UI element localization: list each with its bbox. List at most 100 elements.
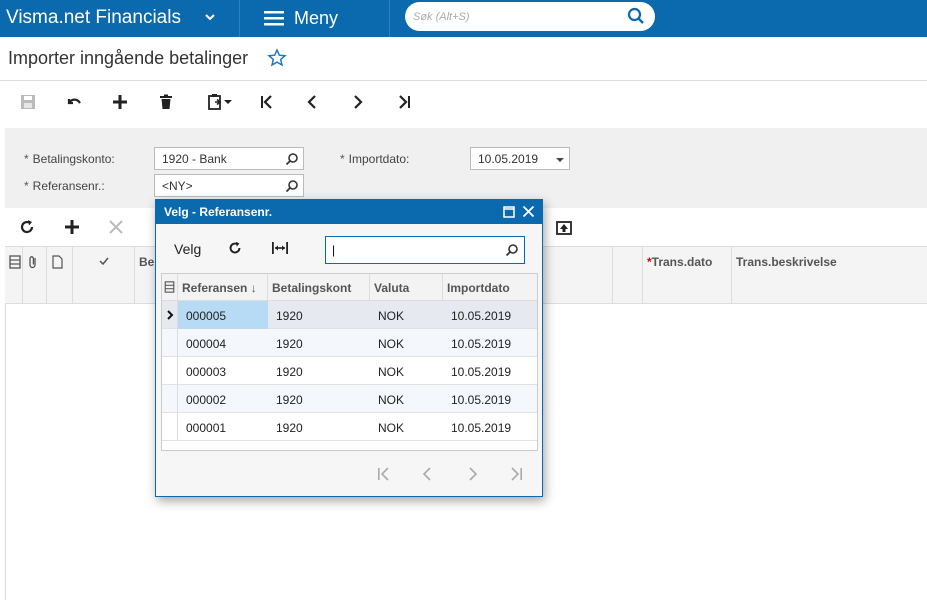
cell-valuta[interactable]: NOK: [370, 413, 412, 441]
fit-columns-button[interactable]: [269, 237, 291, 259]
lookup-table: Referansen ↓ Betalingskont Valuta Import…: [161, 273, 538, 451]
cell-referanse[interactable]: 000002: [178, 385, 268, 413]
last-record-button[interactable]: [393, 91, 415, 113]
referanse-value: <NY>: [162, 179, 193, 193]
cell-dato[interactable]: 10.05.2019: [443, 329, 519, 357]
add-button[interactable]: [109, 91, 131, 113]
search-icon[interactable]: [285, 152, 299, 166]
refresh-icon: [20, 220, 34, 234]
pager-first-icon[interactable]: [376, 466, 392, 482]
betalingskonto-value: 1920 - Bank: [162, 152, 227, 166]
delete-button[interactable]: [155, 91, 177, 113]
col-header-importdato[interactable]: Importdato: [443, 274, 537, 301]
file-icon: [52, 255, 63, 269]
paste-menu-button[interactable]: [202, 91, 238, 113]
hamburger-icon[interactable]: [264, 11, 284, 26]
grid-col-notes[interactable]: [5, 247, 23, 305]
page-title: Importer inngående betalinger: [8, 48, 249, 68]
grid-col-trans-beskrivelse[interactable]: Trans.beskrivelse: [732, 247, 927, 305]
cell-valuta[interactable]: NOK: [370, 329, 412, 357]
previous-record-button[interactable]: [301, 91, 323, 113]
chevron-right-icon: [167, 310, 174, 320]
cell-konto[interactable]: 1920: [268, 385, 311, 413]
fit-width-icon: [272, 242, 288, 254]
col-header-referansen[interactable]: Referansen ↓: [178, 274, 268, 301]
referanse-label: * Referansenr.:: [24, 179, 105, 193]
first-record-button[interactable]: [256, 91, 278, 113]
row-indicator: [162, 329, 178, 357]
cell-konto[interactable]: 1920: [268, 357, 311, 385]
row-indicator: [162, 301, 178, 329]
chevron-down-icon[interactable]: [204, 11, 216, 23]
caret-down-icon[interactable]: [555, 155, 565, 165]
importdato-value: 10.05.2019: [478, 152, 539, 166]
dialog-search-field[interactable]: [325, 236, 525, 264]
list-icon: [164, 281, 175, 293]
dialog-search-input[interactable]: [332, 241, 502, 259]
upload-button[interactable]: [553, 216, 575, 238]
cell-konto[interactable]: 1920: [268, 329, 311, 357]
table-row[interactable]: 000003 1920 NOK 10.05.2019: [162, 357, 537, 385]
undo-icon: [67, 98, 81, 105]
col-header-valuta[interactable]: Valuta: [370, 274, 443, 301]
refresh-button[interactable]: [16, 216, 38, 238]
referanse-field[interactable]: <NY>: [154, 174, 304, 197]
save-button[interactable]: [17, 91, 39, 113]
maximize-icon[interactable]: [503, 206, 515, 218]
row-indicator: [162, 385, 178, 413]
grid-col-files[interactable]: [47, 247, 73, 305]
cell-referanse[interactable]: 000005: [178, 301, 268, 329]
brand-title[interactable]: Visma.net Financials: [6, 7, 181, 29]
cell-valuta[interactable]: NOK: [370, 357, 412, 385]
col-header-betalingskonto[interactable]: Betalingskont: [268, 274, 370, 301]
table-row[interactable]: 000002 1920 NOK 10.05.2019: [162, 385, 537, 413]
grid-col-attachments[interactable]: [23, 247, 47, 305]
menu-button[interactable]: Meny: [294, 8, 338, 29]
cell-konto[interactable]: 1920: [268, 413, 311, 441]
pager-next-icon[interactable]: [464, 466, 480, 482]
grid-add-button[interactable]: [61, 216, 83, 238]
betalingskonto-field[interactable]: 1920 - Bank: [154, 147, 304, 170]
grid-delete-button[interactable]: [105, 216, 127, 238]
search-icon[interactable]: [627, 7, 645, 25]
global-search-input[interactable]: [413, 8, 613, 26]
close-icon[interactable]: [522, 205, 535, 218]
search-icon[interactable]: [285, 179, 299, 193]
cell-konto[interactable]: 1920: [268, 301, 311, 329]
first-icon: [261, 95, 272, 109]
star-icon[interactable]: [267, 48, 287, 68]
table-row[interactable]: 000004 1920 NOK 10.05.2019: [162, 329, 537, 357]
cell-referanse[interactable]: 000004: [178, 329, 268, 357]
pager-prev-icon[interactable]: [420, 466, 436, 482]
close-icon: [109, 220, 123, 234]
cell-valuta[interactable]: NOK: [370, 385, 412, 413]
sort-desc-icon: ↓: [250, 281, 257, 295]
dialog-refresh-button[interactable]: [224, 237, 246, 259]
undo-button[interactable]: [63, 91, 85, 113]
cell-referanse[interactable]: 000003: [178, 357, 268, 385]
global-search[interactable]: [405, 2, 655, 31]
search-icon[interactable]: [505, 243, 519, 257]
select-button[interactable]: Velg: [174, 241, 201, 257]
cell-dato[interactable]: 10.05.2019: [443, 385, 519, 413]
topbar-divider: [239, 0, 240, 37]
importdato-field[interactable]: 10.05.2019: [470, 147, 570, 170]
caret-down-icon: [224, 100, 232, 104]
table-row[interactable]: 000005 1920 NOK 10.05.2019: [162, 301, 537, 329]
pager-last-icon[interactable]: [508, 466, 524, 482]
add-icon: [113, 95, 127, 109]
cell-dato[interactable]: 10.05.2019: [443, 413, 519, 441]
cell-dato[interactable]: 10.05.2019: [443, 357, 519, 385]
grid-col-selected[interactable]: [73, 247, 135, 305]
cell-dato[interactable]: 10.05.2019: [443, 301, 519, 329]
table-row[interactable]: 000001 1920 NOK 10.05.2019: [162, 413, 537, 441]
list-icon: [9, 255, 21, 269]
clipboard-icon: [208, 94, 222, 110]
grid-col-trans-dato[interactable]: *Trans.dato: [643, 247, 732, 305]
next-record-button[interactable]: [347, 91, 369, 113]
trash-icon: [160, 94, 172, 109]
grid-col-spacer: [613, 247, 643, 305]
cell-valuta[interactable]: NOK: [370, 301, 412, 329]
cell-referanse[interactable]: 000001: [178, 413, 268, 441]
row-selector-header[interactable]: [162, 274, 178, 301]
